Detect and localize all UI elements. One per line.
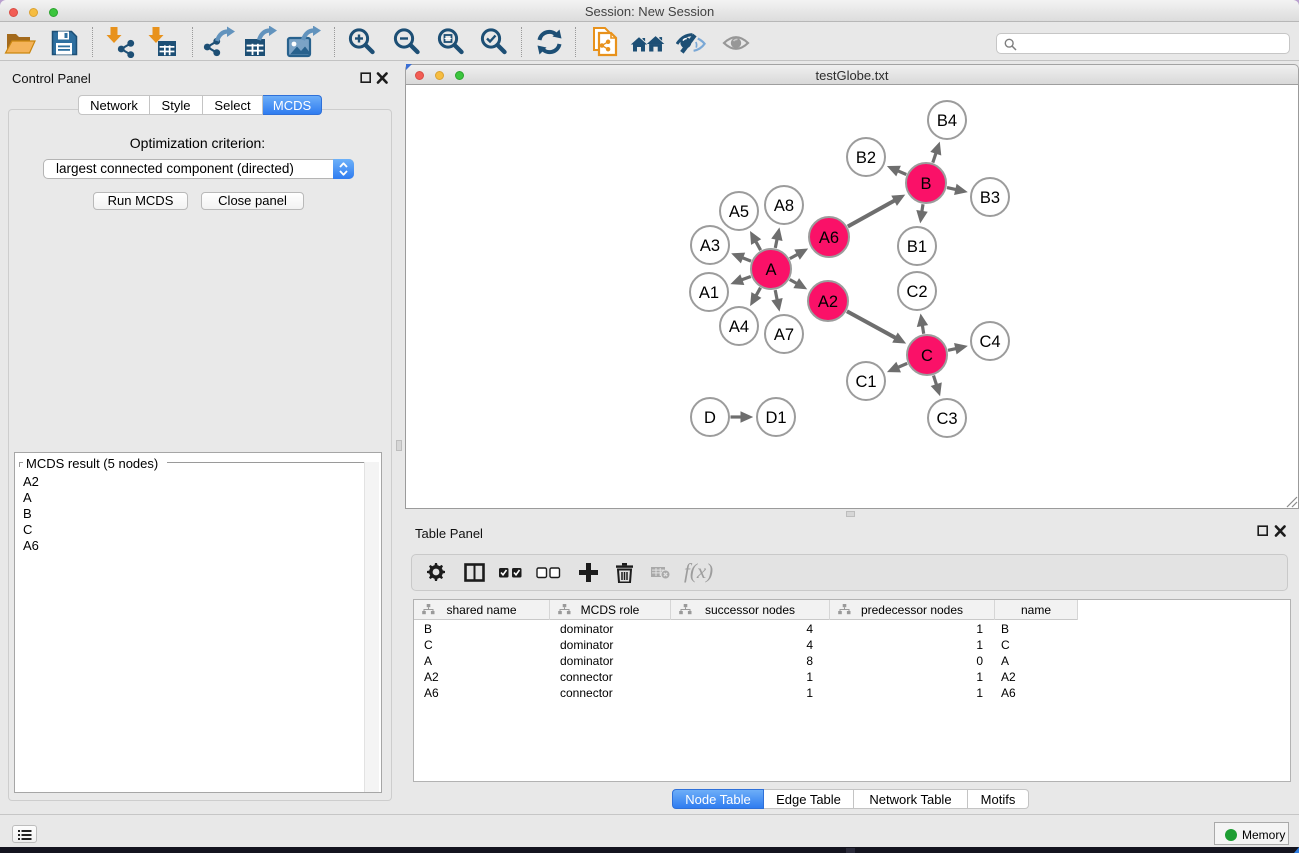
svg-text:D1: D1 bbox=[765, 409, 786, 427]
svg-text:A6: A6 bbox=[819, 229, 839, 247]
svg-text:A1: A1 bbox=[699, 284, 719, 302]
svg-text:A: A bbox=[765, 261, 776, 279]
svg-text:A5: A5 bbox=[729, 203, 749, 221]
svg-text:C: C bbox=[921, 347, 933, 365]
svg-text:B1: B1 bbox=[907, 238, 927, 256]
svg-text:B: B bbox=[920, 175, 931, 193]
svg-text:A2: A2 bbox=[818, 293, 838, 311]
svg-text:C4: C4 bbox=[979, 333, 1000, 351]
svg-text:C2: C2 bbox=[906, 283, 927, 301]
svg-text:B4: B4 bbox=[937, 112, 957, 130]
svg-text:B3: B3 bbox=[980, 189, 1000, 207]
svg-text:C1: C1 bbox=[855, 373, 876, 391]
svg-text:A4: A4 bbox=[729, 318, 749, 336]
svg-text:A7: A7 bbox=[774, 326, 794, 344]
svg-text:D: D bbox=[704, 409, 716, 427]
svg-text:A8: A8 bbox=[774, 197, 794, 215]
svg-text:C3: C3 bbox=[936, 410, 957, 428]
svg-text:A3: A3 bbox=[700, 237, 720, 255]
svg-text:B2: B2 bbox=[856, 149, 876, 167]
